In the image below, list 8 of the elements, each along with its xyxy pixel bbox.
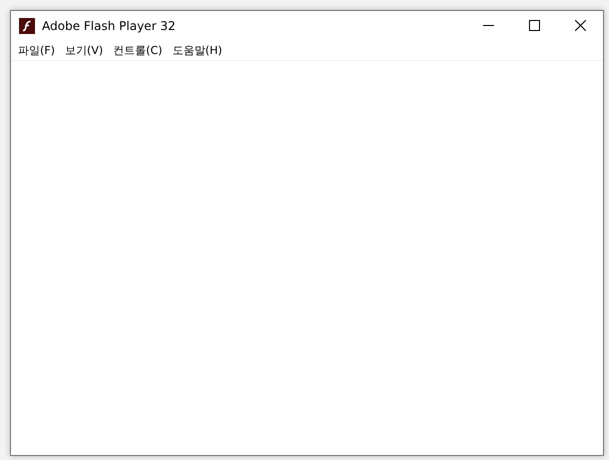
- menu-item[interactable]: 컨트롤(C): [108, 40, 168, 60]
- window-title: Adobe Flash Player 32: [42, 18, 176, 32]
- menu-item[interactable]: 보기(V): [60, 40, 108, 60]
- flash-logo-icon: [19, 18, 35, 34]
- menu-item[interactable]: 파일(F): [13, 40, 60, 60]
- menu-item[interactable]: 도움말(H): [167, 40, 228, 60]
- close-icon: [574, 20, 586, 31]
- maximize-icon: [528, 20, 540, 31]
